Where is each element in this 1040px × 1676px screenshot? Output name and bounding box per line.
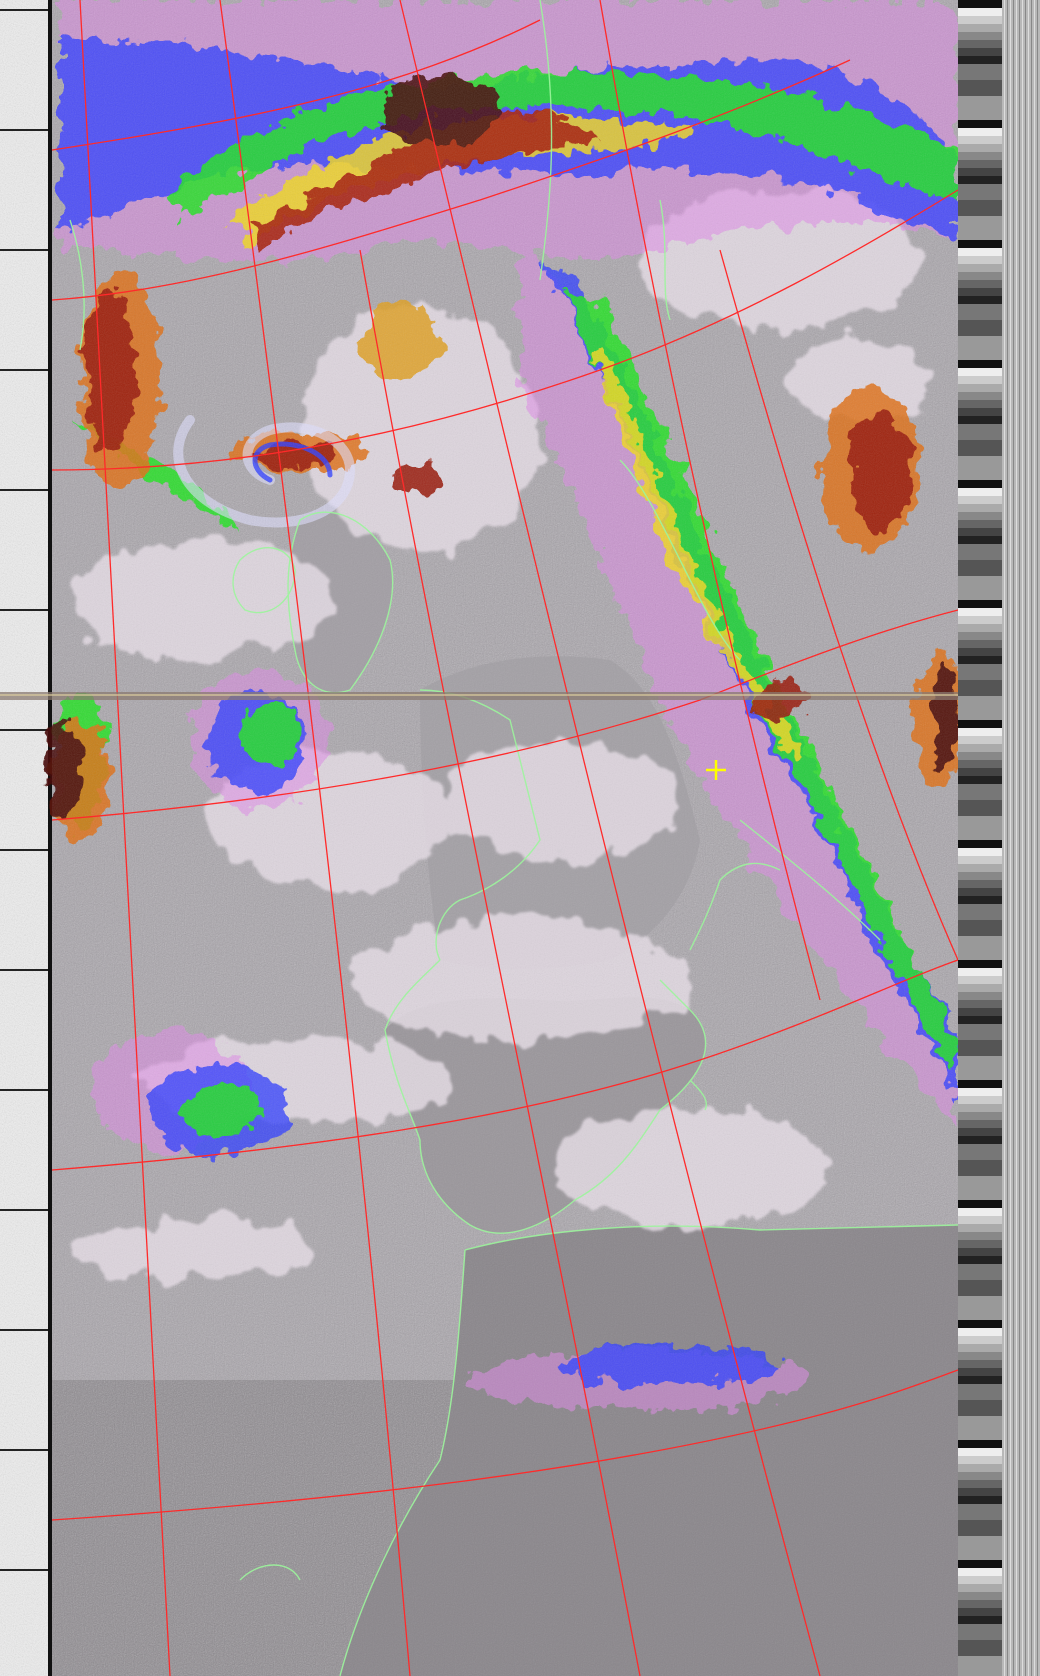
satellite-image — [0, 0, 1040, 1676]
telemetry-line — [1037, 0, 1038, 1676]
telemetry-line — [1016, 0, 1017, 1676]
telemetry-line — [1010, 0, 1011, 1676]
scanline-noise-band — [0, 692, 1040, 700]
telemetry-line — [1034, 0, 1035, 1676]
telemetry-line — [1004, 0, 1005, 1676]
right-telemetry-strip — [958, 0, 1040, 1676]
telemetry-line — [1031, 0, 1032, 1676]
image-noise-overlay — [52, 0, 958, 1676]
telemetry-line — [1019, 0, 1020, 1676]
telemetry-line — [1025, 0, 1026, 1676]
telemetry-line — [1028, 0, 1029, 1676]
left-telemetry-strip — [0, 0, 52, 1676]
telemetry-line — [1022, 0, 1023, 1676]
telemetry-line — [1007, 0, 1008, 1676]
telemetry-line — [1013, 0, 1014, 1676]
